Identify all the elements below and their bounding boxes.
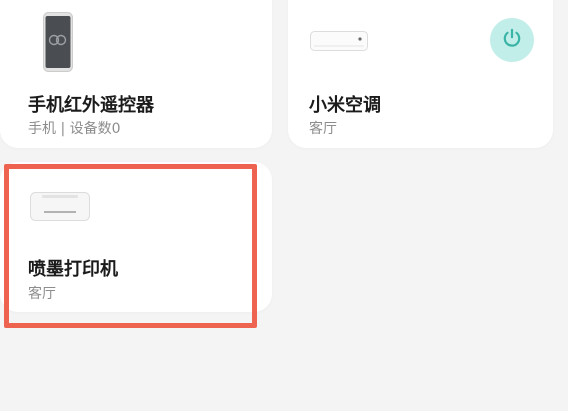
power-icon bbox=[501, 27, 523, 53]
device-subtitle: 客厅 bbox=[309, 121, 337, 137]
device-card-printer[interactable]: 喷墨打印机 客厅 bbox=[0, 162, 272, 312]
device-name: 手机红外遥控器 bbox=[28, 95, 154, 116]
device-subtitle: 手机 | 设备数0 bbox=[28, 121, 121, 137]
device-subtitle: 客厅 bbox=[28, 286, 56, 302]
air-conditioner-icon bbox=[310, 31, 368, 57]
printer-icon bbox=[30, 192, 90, 226]
device-name: 喷墨打印机 bbox=[28, 259, 118, 280]
device-card-air-conditioner[interactable]: 小米空调 客厅 bbox=[288, 0, 553, 148]
power-button[interactable] bbox=[490, 18, 534, 62]
device-card-phone-remote[interactable]: 手机红外遥控器 手机 | 设备数0 bbox=[0, 0, 272, 148]
phone-icon bbox=[43, 12, 73, 76]
device-name: 小米空调 bbox=[309, 95, 381, 116]
